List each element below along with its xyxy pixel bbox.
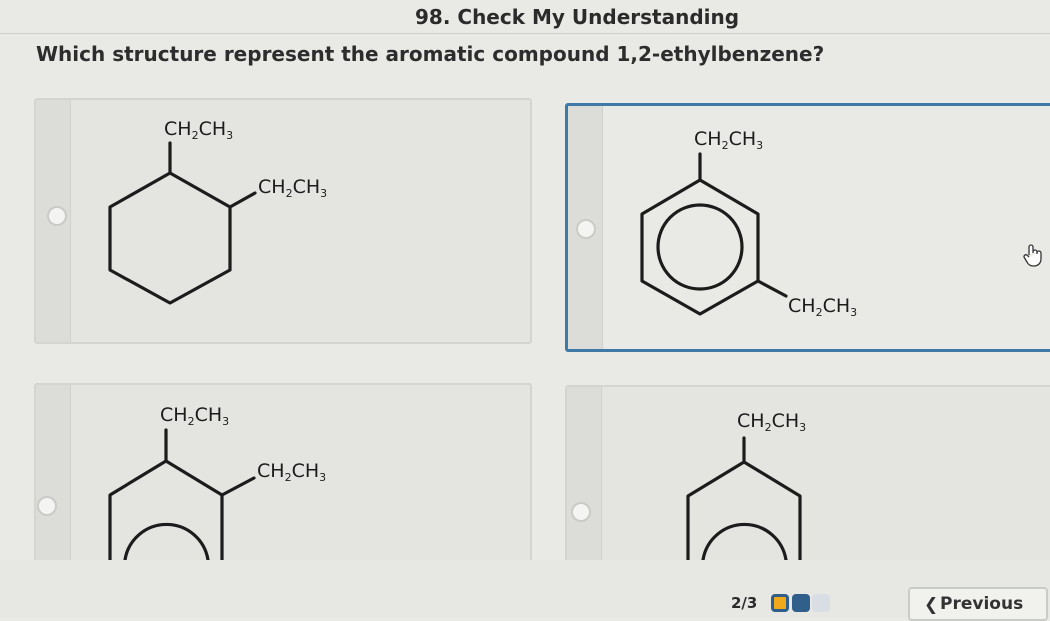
chevron-left-icon: ❮ <box>924 595 939 615</box>
benzene-ring-partial <box>686 460 802 562</box>
substituent-ethyl-right: CH2CH3 <box>257 460 327 484</box>
footer-bar <box>0 560 1050 617</box>
substituent-ethyl-top: CH2CH3 <box>160 404 230 428</box>
progress-dot-3 <box>812 594 830 612</box>
substituent-ethyl-top: CH2CH3 <box>737 410 807 434</box>
aromatic-circle-partial <box>123 522 210 562</box>
progress-dot-2 <box>792 594 810 612</box>
benzene-ring-partial <box>108 459 224 562</box>
progress-dot-1 <box>771 594 789 612</box>
page-indicator: 2/3 <box>731 594 758 612</box>
aromatic-circle-partial <box>701 522 788 562</box>
structure-benzene-lower <box>108 428 802 562</box>
previous-button[interactable]: ❮ Previous <box>908 587 1048 621</box>
ethyl-bond-right <box>220 476 256 497</box>
previous-button-label: Previous <box>940 594 1024 614</box>
hand-cursor-icon <box>1023 244 1042 267</box>
